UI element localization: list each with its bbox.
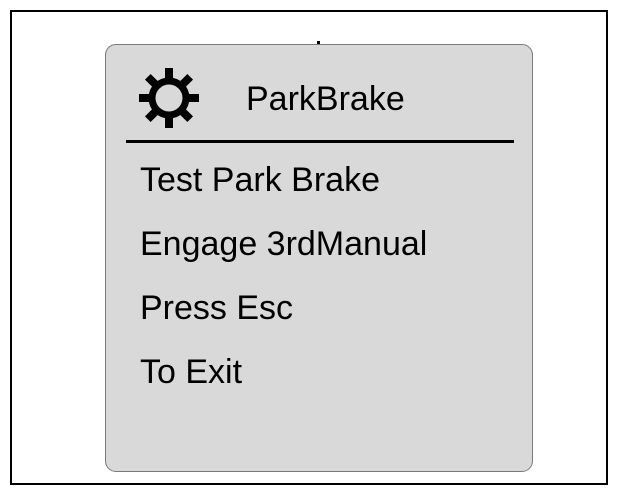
instruction-line-engage-manual: Engage 3rdManual xyxy=(140,225,428,263)
park-brake-panel: ParkBrake Test Park Brake Engage 3rdManu… xyxy=(105,44,533,472)
instruction-line-to-exit: To Exit xyxy=(140,353,243,391)
title-divider xyxy=(126,140,514,143)
instruction-line-press-esc: Press Esc xyxy=(140,289,294,327)
gear-icon xyxy=(139,68,199,128)
panel-title: ParkBrake xyxy=(246,80,405,118)
instruction-line-test-park-brake: Test Park Brake xyxy=(140,161,380,199)
panel-header: ParkBrake xyxy=(106,45,532,141)
